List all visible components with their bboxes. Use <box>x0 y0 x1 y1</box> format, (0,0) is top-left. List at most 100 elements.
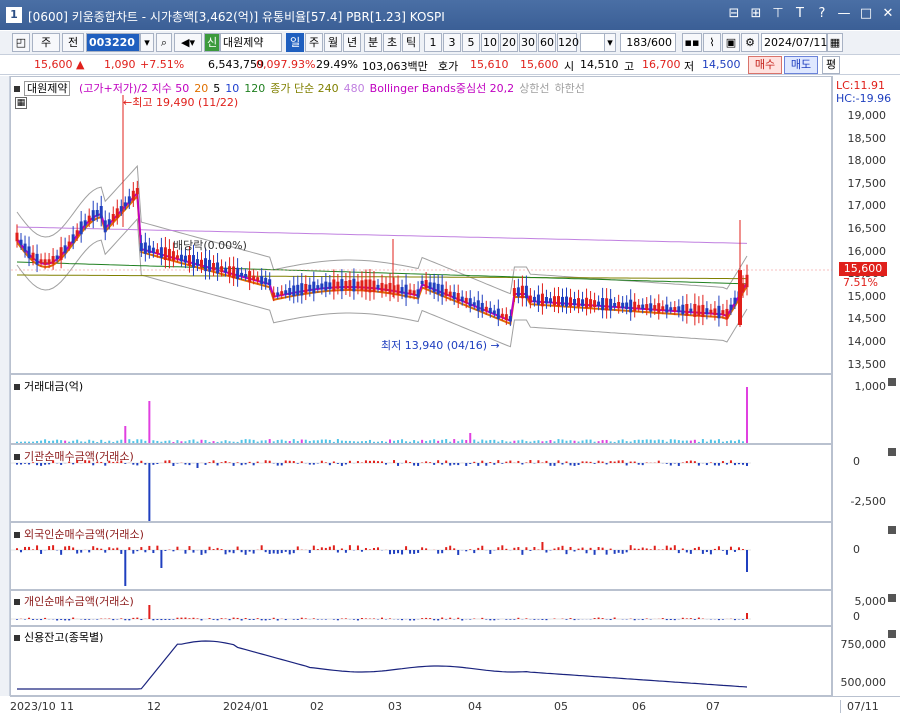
net-bar <box>252 550 255 554</box>
net-bar <box>184 463 187 465</box>
net-bar <box>581 547 584 550</box>
interval-120[interactable]: 120 <box>557 33 579 52</box>
maximize-icon[interactable]: □ <box>858 6 874 22</box>
speaker-icon[interactable]: ◀▾ <box>174 33 202 52</box>
period-day[interactable]: 일 <box>286 33 304 52</box>
net-bar <box>340 463 343 466</box>
amount-bar <box>80 441 83 443</box>
net-bar <box>489 461 492 463</box>
close-panel-icon[interactable] <box>888 448 896 456</box>
candle-body <box>609 298 613 311</box>
candle-body <box>424 280 428 289</box>
minimize-icon[interactable]: — <box>836 6 852 22</box>
net-bar <box>457 463 460 466</box>
search-icon[interactable]: ⌕ <box>156 33 172 52</box>
net-bar <box>360 550 363 552</box>
net-bar <box>633 548 636 550</box>
amount-bar <box>421 439 424 443</box>
candle-body <box>729 304 733 311</box>
institution-panel[interactable]: 기관순매수금액(거래소) <box>10 444 832 522</box>
date-field[interactable]: 2024/07/11 <box>761 33 827 52</box>
period-week[interactable]: 주 <box>305 33 323 52</box>
trade-amount-panel[interactable]: 거래대금(억) <box>10 374 832 444</box>
font-icon[interactable]: T <box>792 6 808 22</box>
amount-bar <box>360 441 363 443</box>
stock-code-input[interactable]: 003220 <box>86 33 140 52</box>
amount-bar <box>437 440 440 443</box>
compare-icon[interactable]: ▪▪ <box>682 33 702 52</box>
amount-bar <box>272 441 275 443</box>
net-bar <box>517 460 520 463</box>
net-bar <box>32 619 35 620</box>
amount-bar <box>132 441 135 443</box>
ask-price: 15,610 <box>470 58 509 71</box>
interval-1[interactable]: 1 <box>424 33 442 52</box>
net-bar <box>409 462 412 463</box>
average-button[interactable]: 평 <box>822 56 840 74</box>
period-year[interactable]: 년 <box>343 33 361 52</box>
data-count-field[interactable]: 183/600 <box>620 33 676 52</box>
amount-bar <box>525 441 528 443</box>
amount-bar <box>633 440 636 443</box>
amount-bar <box>48 440 51 443</box>
period-minute[interactable]: 분 <box>364 33 382 52</box>
buy-button[interactable]: 매수 <box>748 56 782 74</box>
interval-5[interactable]: 5 <box>462 33 480 52</box>
mode-select[interactable]: 주 <box>32 33 60 52</box>
net-bar <box>445 619 448 620</box>
price-panel[interactable]: 대원제약 (고가+저가)/2 지수 50 20 5 10 120 종가 단순 240 480… <box>10 76 833 374</box>
close-panel-icon[interactable] <box>888 526 896 534</box>
net-bar <box>216 619 219 621</box>
interval-60[interactable]: 60 <box>538 33 556 52</box>
interval-dropdown-icon[interactable]: ▾ <box>604 33 616 52</box>
net-bar <box>104 463 107 466</box>
code-dropdown-icon[interactable]: ▾ <box>140 33 154 52</box>
close-panel-icon[interactable] <box>888 630 896 638</box>
net-bar <box>593 463 596 464</box>
layout-icon[interactable]: ⊞ <box>748 6 764 22</box>
amount-bar <box>561 439 564 443</box>
save-icon[interactable]: ▣ <box>722 33 740 52</box>
close-panel-icon[interactable] <box>888 594 896 602</box>
amount-bar <box>260 440 263 443</box>
credit-panel[interactable]: 신용잔고(종목별) <box>10 626 832 696</box>
gear-icon[interactable]: ⚙ <box>741 33 759 52</box>
stock-name-field[interactable]: 대원제약 <box>220 33 282 52</box>
net-bar <box>521 463 524 465</box>
period-second[interactable]: 초 <box>383 33 401 52</box>
candle-body <box>589 299 593 308</box>
period-month[interactable]: 월 <box>324 33 342 52</box>
interval-30[interactable]: 30 <box>519 33 537 52</box>
interval-10[interactable]: 10 <box>481 33 499 52</box>
trend-icon[interactable]: ⌇ <box>703 33 721 52</box>
individual-panel[interactable]: 개인순매수금액(거래소) <box>10 590 832 626</box>
prev-button[interactable]: 전 <box>62 33 84 52</box>
net-bar <box>473 550 476 554</box>
close-icon[interactable]: ✕ <box>880 6 896 22</box>
net-bar <box>344 550 347 553</box>
net-bar <box>493 619 496 621</box>
calendar-icon[interactable]: ▦ <box>827 33 843 52</box>
interval-20[interactable]: 20 <box>500 33 518 52</box>
period-tick[interactable]: 틱 <box>402 33 420 52</box>
sell-button[interactable]: 매도 <box>784 56 818 74</box>
help-icon[interactable]: ? <box>814 6 830 22</box>
left-toolbar[interactable] <box>0 76 10 696</box>
menu-icon[interactable]: ◰ <box>12 33 30 52</box>
net-bar <box>200 550 203 555</box>
foreign-panel[interactable]: 외국인순매수금액(거래소) <box>10 522 832 590</box>
amount-bar <box>597 441 600 443</box>
net-bar <box>485 619 488 620</box>
net-bar <box>248 550 251 552</box>
net-bar <box>316 619 319 620</box>
pin-icon[interactable]: ⊤ <box>770 6 786 22</box>
split-icon[interactable]: ⊟ <box>726 6 742 22</box>
interval-3[interactable]: 3 <box>443 33 461 52</box>
net-bar <box>16 548 18 550</box>
credit-tick-1: 500,000 <box>840 676 887 689</box>
net-bar <box>721 619 724 620</box>
net-bar <box>132 463 135 465</box>
close-panel-icon[interactable] <box>888 378 896 386</box>
x-axis-label: 05 <box>554 700 568 713</box>
net-bar <box>705 463 708 466</box>
